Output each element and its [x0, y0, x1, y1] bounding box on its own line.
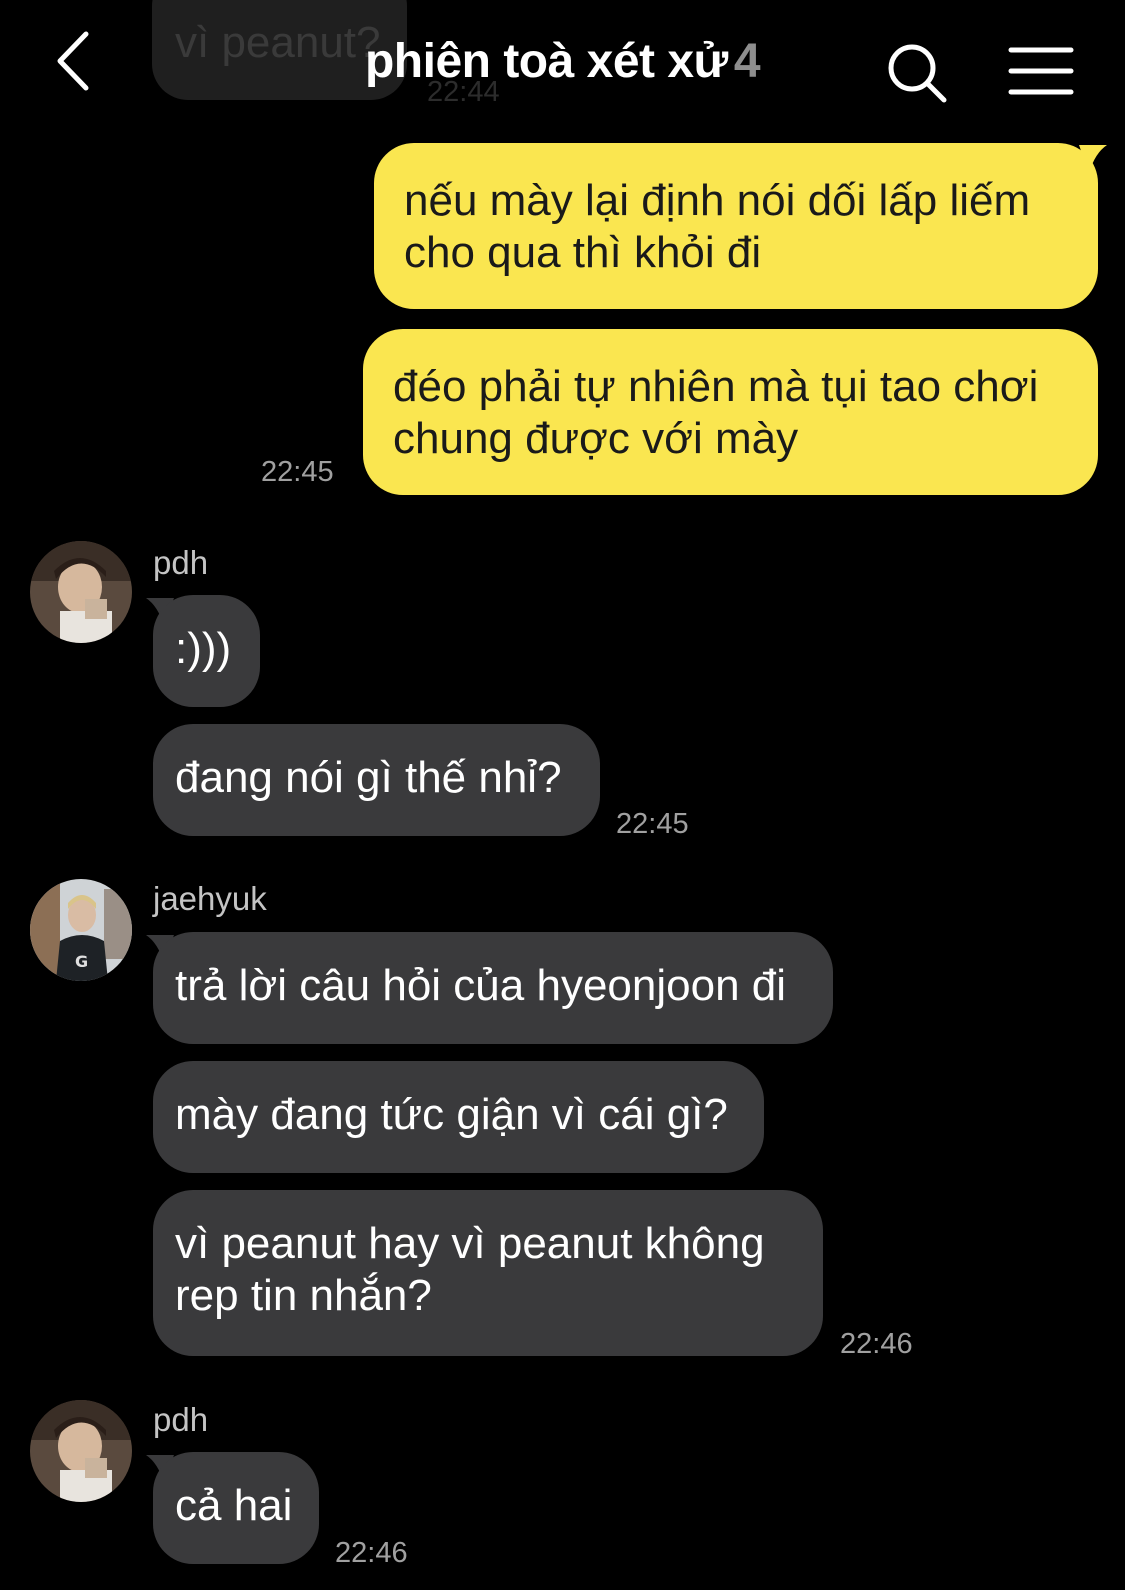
message-line: nếu mày lại định nói dối lấp liếm: [404, 176, 1031, 225]
svg-text:G: G: [75, 952, 88, 971]
avatar-pdh[interactable]: [30, 541, 132, 643]
avatar-photo: [30, 1400, 132, 1502]
message-bubble-outgoing[interactable]: nếu mày lại định nói dối lấp liếm cho qu…: [374, 143, 1098, 309]
message-line: chung được với mày: [393, 414, 799, 463]
avatar-photo: [30, 541, 132, 643]
message-line: vì peanut hay vì peanut không: [175, 1219, 765, 1268]
chat-title-text: phiên toà xét xử: [364, 35, 728, 88]
member-count: 4: [733, 35, 761, 88]
bubble-tail-outgoing: [1079, 145, 1107, 173]
message-bubble-incoming[interactable]: :))): [153, 595, 260, 707]
message-bubble-outgoing[interactable]: đéo phải tự nhiên mà tụi tao chơi chung …: [363, 329, 1098, 495]
message-line: đéo phải tự nhiên mà tụi tao chơi: [393, 362, 1039, 411]
message-line: :))): [175, 624, 232, 673]
menu-button[interactable]: [1008, 44, 1074, 100]
message-line: rep tin nhắn?: [175, 1271, 432, 1320]
sender-name: pdh: [153, 1401, 209, 1438]
search-icon: [888, 44, 947, 103]
avatar-pdh[interactable]: [30, 1400, 132, 1502]
sender-name: jaehyuk: [153, 880, 267, 917]
message-bubble-incoming[interactable]: vì peanut hay vì peanut không rep tin nh…: [153, 1190, 823, 1356]
message-line: cho qua thì khỏi đi: [404, 228, 762, 277]
message-bubble-incoming[interactable]: cả hai: [153, 1452, 319, 1564]
avatar-photo: G: [30, 879, 132, 981]
message-bubble-incoming[interactable]: đang nói gì thế nhỉ?: [153, 724, 600, 836]
message-line: đang nói gì thế nhỉ?: [175, 753, 562, 802]
chat-title: phiên toà xét xử 4: [0, 32, 1125, 92]
message-timestamp: 22:45: [261, 456, 334, 488]
message-line: mày đang tức giận vì cái gì?: [175, 1090, 728, 1139]
message-bubble-incoming[interactable]: trả lời câu hỏi của hyeonjoon đi: [153, 932, 833, 1044]
chat-header: phiên toà xét xử 4: [0, 0, 1125, 125]
message-line: cả hai: [175, 1481, 293, 1530]
message-bubble-incoming[interactable]: mày đang tức giận vì cái gì?: [153, 1061, 764, 1173]
sender-name: pdh: [153, 544, 209, 581]
avatar-jaehyuk[interactable]: G: [30, 879, 132, 981]
search-button[interactable]: [884, 40, 954, 110]
hamburger-menu-icon: [1008, 47, 1074, 95]
message-timestamp: 22:46: [335, 1537, 408, 1569]
message-timestamp: 22:45: [616, 808, 689, 840]
message-line: trả lời câu hỏi của hyeonjoon đi: [175, 961, 787, 1010]
message-timestamp: 22:46: [840, 1328, 913, 1360]
